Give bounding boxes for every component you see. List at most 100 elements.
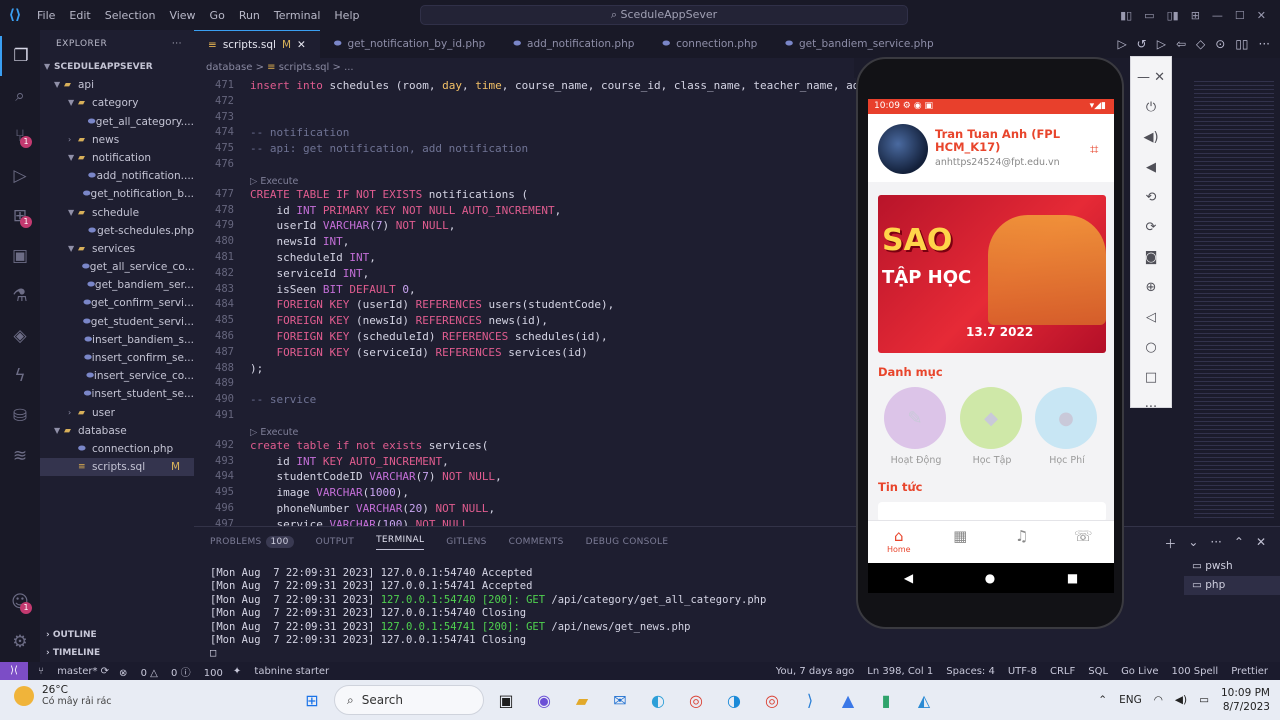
more-actions-icon[interactable]: ··· (1259, 37, 1270, 51)
more-icon[interactable]: ··· (1145, 393, 1157, 423)
close-icon[interactable]: — ✕ (1137, 63, 1165, 93)
profile-card[interactable]: Tran Tuan Anh (FPL HCM_K17) anhttps24524… (868, 114, 1114, 182)
taskbar-search[interactable]: ⌕ Search (334, 685, 484, 715)
terminal-dropdown-icon[interactable]: ⌄ (1188, 535, 1198, 552)
tree-item[interactable]: ⬬ get_bandiem_ser... (40, 276, 194, 294)
panel-tab-gitlens[interactable]: GITLENS (446, 537, 486, 547)
file-explorer-icon[interactable]: ▰ (566, 684, 598, 716)
tree-item[interactable]: ⬬ insert_confirm_se... (40, 349, 194, 367)
maximize-panel-icon[interactable]: ⌃ (1234, 535, 1244, 552)
extensions-icon[interactable]: ⊞ 1 (0, 196, 40, 236)
edge-dev-icon[interactable]: ◑ (718, 684, 750, 716)
rotate-right-icon[interactable]: ⟳ (1146, 213, 1157, 243)
close-tab-icon[interactable]: ✕ (297, 31, 306, 59)
tree-item[interactable]: ⬬ get_confirm_servi... (40, 294, 194, 312)
layout-icon[interactable]: ⊞ (1191, 9, 1200, 22)
zoom-icon[interactable]: ⊕ (1146, 273, 1157, 303)
tab-scripts-sql[interactable]: ≡ scripts.sql M ✕ (194, 30, 320, 58)
minimize-icon[interactable]: — (1212, 9, 1223, 22)
command-center-search[interactable]: ⌕ SceduleAppSever (420, 5, 908, 25)
terminal-instance-php[interactable]: ▭ php (1184, 576, 1280, 595)
status-item[interactable]: You, 7 days ago (776, 666, 855, 677)
tree-item[interactable]: ⬬ insert_bandiem_s... (40, 331, 194, 349)
status-item[interactable]: Prettier (1231, 666, 1268, 677)
testing-icon[interactable]: ⚗ (0, 276, 40, 316)
volume-down-icon[interactable]: ◀ (1146, 153, 1156, 183)
menu-run[interactable]: Run (239, 9, 260, 22)
account-icon[interactable]: ☺ 1 (0, 582, 40, 622)
emulator-taskbar-icon[interactable]: ▮ (870, 684, 902, 716)
volume-up-icon[interactable]: ◀) (1143, 123, 1158, 153)
breadcrumb-folder[interactable]: database (206, 62, 252, 73)
menu-file[interactable]: File (37, 9, 55, 22)
new-terminal-icon[interactable]: ＋ (1164, 535, 1176, 552)
tray-overflow-icon[interactable]: ⌃ (1098, 694, 1107, 706)
outline-section[interactable]: › OUTLINE (40, 626, 194, 644)
tab-add-notification-php[interactable]: ⬬ add_notification.php (499, 30, 648, 58)
panel-tab-comments[interactable]: COMMENTS (509, 537, 564, 547)
status-item[interactable]: Spaces: 4 (946, 666, 995, 677)
toggle-secondary-sidebar-icon[interactable]: ▯▮ (1167, 9, 1179, 22)
category-hoc-phi[interactable]: ● Học Phí (1035, 387, 1099, 466)
status-item[interactable]: CRLF (1050, 666, 1075, 677)
codelens-execute[interactable]: ▷ Execute (250, 427, 298, 438)
nav-services[interactable]: ☏ (1053, 521, 1115, 563)
branch-status[interactable]: ⑂ master* ⟳ (38, 666, 109, 677)
nav-notifications[interactable]: ♫ (991, 521, 1053, 563)
nav-home[interactable]: ⌂ Home (868, 521, 930, 563)
tree-item[interactable]: ≡ scripts.sql M (40, 458, 194, 477)
run-icon[interactable]: ▷ (1117, 37, 1126, 51)
tree-item[interactable]: ▼ ▰ api (40, 76, 194, 94)
vscode-taskbar-icon[interactable]: ⟩ (794, 684, 826, 716)
tree-item[interactable]: ⬬ add_notification.... (40, 167, 194, 185)
back-icon[interactable]: ◁ (1146, 303, 1156, 333)
menu-terminal[interactable]: Terminal (274, 9, 321, 22)
panel-tab-output[interactable]: OUTPUT (316, 537, 354, 547)
toggle-sidebar-icon[interactable]: ▮▯ (1120, 9, 1132, 22)
compare-icon[interactable]: ◇ (1196, 37, 1205, 51)
chrome-icon[interactable]: ◎ (680, 684, 712, 716)
power-icon[interactable]: ⏻ (1146, 93, 1156, 123)
remote-explorer-icon[interactable]: ▣ (0, 236, 40, 276)
gitlens-compare-icon[interactable]: ⊙ (1215, 37, 1225, 51)
more-actions-icon[interactable]: ··· (172, 30, 182, 58)
source-control-icon[interactable]: ⑂ 1 (0, 116, 40, 156)
maximize-icon[interactable]: ☐ (1235, 9, 1245, 22)
tree-item[interactable]: › ▰ news (40, 131, 194, 149)
promo-banner[interactable]: SAO TẬP HỌC 13.7 2022 (878, 195, 1106, 353)
breadcrumb-symbol[interactable]: ... (344, 62, 354, 73)
history-icon[interactable]: ↺ (1137, 37, 1147, 51)
menu-help[interactable]: Help (334, 9, 359, 22)
tree-item[interactable]: ⬬ get_student_servi... (40, 313, 194, 331)
tree-item[interactable]: ⬬ get_notification_b... (40, 185, 194, 203)
android-studio-icon[interactable]: ▲ (832, 684, 864, 716)
tab-connection-php[interactable]: ⬬ connection.php (648, 30, 771, 58)
more-actions-icon[interactable]: ··· (1210, 535, 1221, 552)
mail-icon[interactable]: ✉ (604, 684, 636, 716)
breadcrumb-file[interactable]: scripts.sql (279, 62, 330, 73)
menu-edit[interactable]: Edit (69, 9, 90, 22)
tree-item[interactable]: › ▰ user (40, 404, 194, 422)
settings-gear-icon[interactable]: ⚙ (0, 622, 40, 662)
explorer-icon[interactable]: ❐ (0, 36, 40, 76)
project-root[interactable]: ▼ SCEDULEAPPSEVER (40, 58, 194, 76)
code-editor[interactable]: 471 insert into schedules (room, day, tim… (194, 78, 856, 526)
recents-icon[interactable]: ■ (1067, 571, 1078, 585)
menu-go[interactable]: Go (210, 9, 225, 22)
category-hoc-tap[interactable]: ◆ Học Tập (960, 387, 1024, 466)
layers-icon[interactable]: ≋ (0, 436, 40, 476)
tree-item[interactable]: ▼ ▰ schedule (40, 204, 194, 222)
close-icon[interactable]: ✕ (1257, 9, 1266, 22)
terminal-output[interactable]: [Mon Aug 7 22:09:31 2023] 127.0.0.1:5474… (210, 567, 766, 661)
task-view-icon[interactable]: ▣ (490, 684, 522, 716)
remote-indicator-icon[interactable]: ⟩⟨ (0, 662, 28, 680)
start-icon[interactable]: ⊞ (296, 684, 328, 716)
status-item[interactable]: Go Live (1121, 666, 1158, 677)
panel-tab-debug-console[interactable]: DEBUG CONSOLE (586, 537, 669, 547)
database-icon[interactable]: ⛁ (0, 396, 40, 436)
news-card[interactable] (878, 502, 1106, 522)
panel-tab-terminal[interactable]: TERMINAL (376, 535, 425, 550)
tree-item[interactable]: ⬬ get-schedules.php (40, 222, 194, 240)
tree-item[interactable]: ▼ ▰ category (40, 94, 194, 112)
category-hoat-dong[interactable]: ✎ Hoạt Động (884, 387, 948, 466)
